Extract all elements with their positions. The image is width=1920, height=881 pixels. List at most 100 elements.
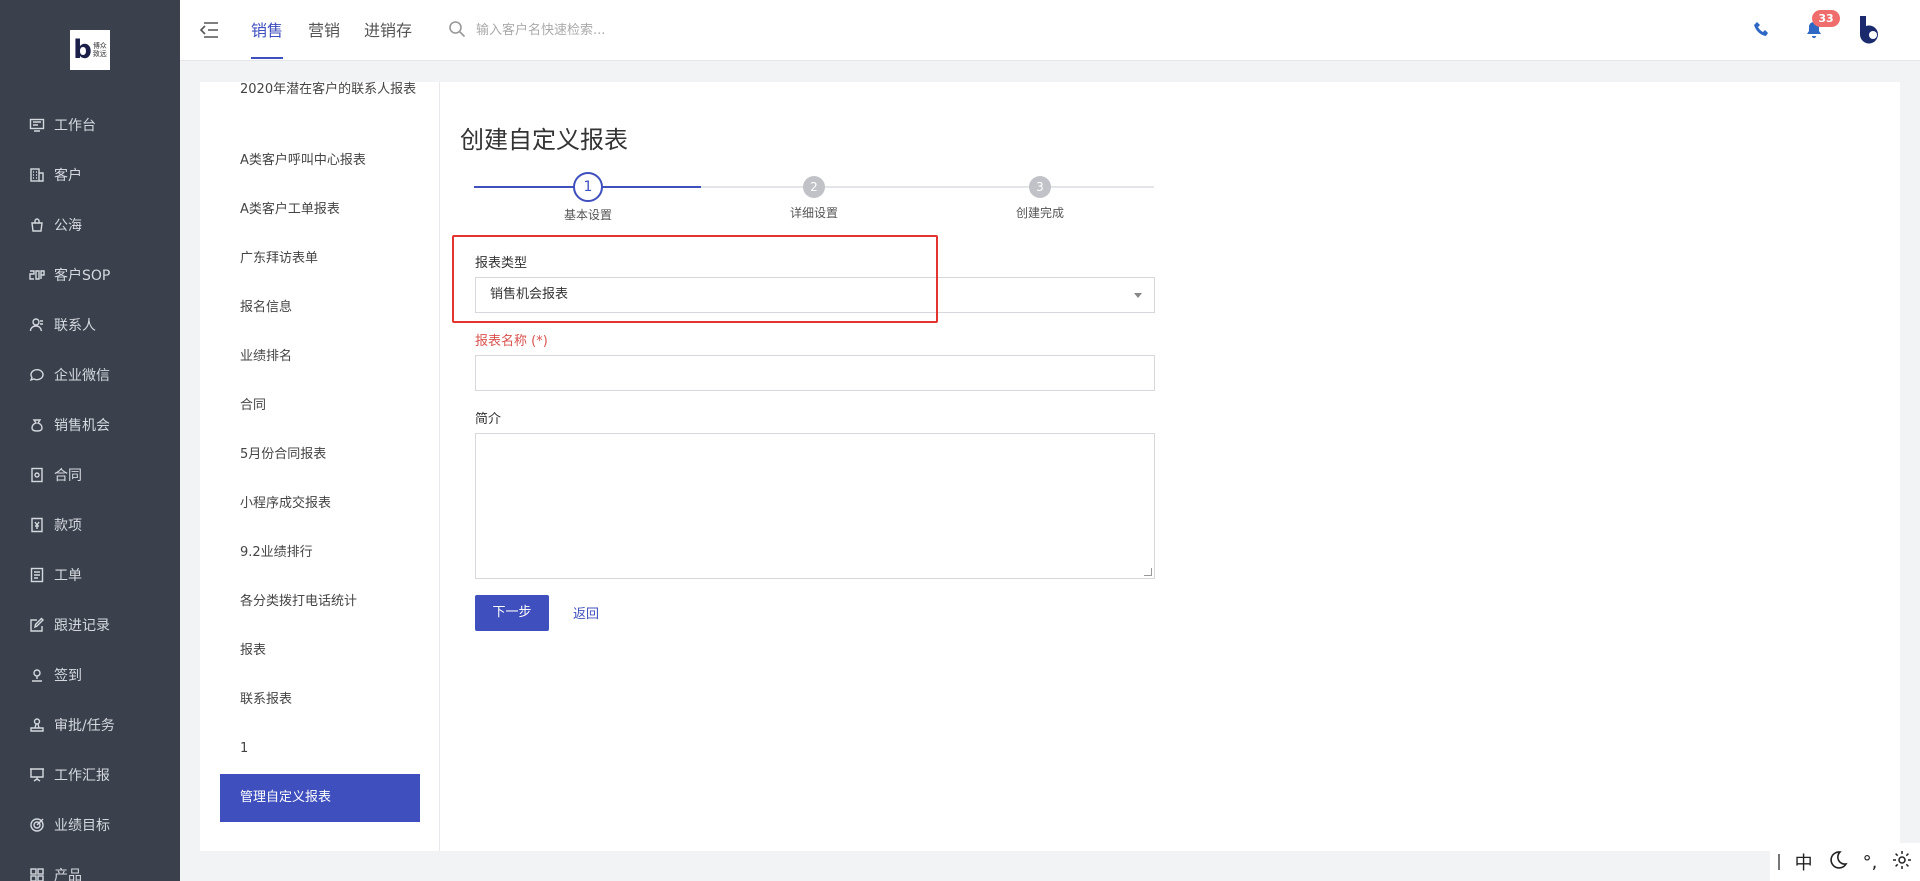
nav-item-label: 款项 xyxy=(54,518,82,534)
presentation-icon xyxy=(28,766,46,784)
page-title: 创建自定义报表 xyxy=(460,126,628,154)
building-icon xyxy=(28,166,46,184)
nav-item-label: 企业微信 xyxy=(54,368,110,384)
report-list-item[interactable]: A类客户工单报表 xyxy=(240,199,420,220)
step-1-circle: 1 xyxy=(573,172,603,202)
nav-item-label: 工单 xyxy=(54,568,82,584)
nav-item-customer-sop[interactable]: 客户SOP xyxy=(0,250,180,300)
ime-punctuation-toggle[interactable]: °, xyxy=(1863,852,1878,873)
company-logo[interactable]: b 博众致远 xyxy=(70,30,110,70)
step-2: 2 详细设置 xyxy=(749,176,879,221)
nav-item-label: 合同 xyxy=(54,468,82,484)
nav-item-ticket[interactable]: 工单 xyxy=(0,550,180,600)
step-2-label: 详细设置 xyxy=(789,206,838,220)
left-nav: b 博众致远 工作台 客户 公海 客户SOP 联系人 企业微信 销售机会 合同 … xyxy=(0,0,180,881)
report-list-item[interactable]: 各分类拨打电话统计 xyxy=(240,591,420,612)
contract-icon xyxy=(28,466,46,484)
phone-icon[interactable] xyxy=(1752,20,1772,40)
report-list-item[interactable]: 报表 xyxy=(240,640,420,661)
report-list-item[interactable]: 合同 xyxy=(240,395,420,416)
bag-icon xyxy=(28,216,46,234)
step-3-circle: 3 xyxy=(1029,176,1051,198)
ime-toolbar: 中 °, xyxy=(1770,843,1920,881)
step-indicator: 1 基本设置 2 详细设置 3 创建完成 xyxy=(474,172,1154,226)
nav-item-label: 工作汇报 xyxy=(54,768,110,784)
payment-icon xyxy=(28,516,46,534)
tab-sales[interactable]: 销售 xyxy=(251,0,284,61)
ime-language-toggle[interactable]: 中 xyxy=(1795,849,1813,875)
step-2-circle: 2 xyxy=(803,176,825,198)
nav-item-label: 公海 xyxy=(54,218,82,234)
report-list-item[interactable]: 联系报表 xyxy=(240,689,420,710)
report-type-select[interactable]: 销售机会报表 xyxy=(475,277,1155,313)
back-link[interactable]: 返回 xyxy=(573,603,599,622)
ime-drag-handle[interactable] xyxy=(1777,854,1780,870)
nav-item-report[interactable]: 工作汇报 xyxy=(0,750,180,800)
logo-letter: b xyxy=(73,35,92,65)
notification-badge: 33 xyxy=(1812,10,1840,27)
top-bar: 销售 营销 进销存 33 xyxy=(180,0,1920,61)
edit-icon xyxy=(28,616,46,634)
nav-item-contract[interactable]: 合同 xyxy=(0,450,180,500)
grid-icon xyxy=(28,866,46,881)
customer-search-input[interactable] xyxy=(476,18,736,42)
nav-item-wecom[interactable]: 企业微信 xyxy=(0,350,180,400)
report-list-item[interactable]: 报名信息 xyxy=(240,297,420,318)
report-list-item[interactable]: 1 xyxy=(240,738,420,759)
nav-item-label: 工作台 xyxy=(54,118,96,134)
step-3-label: 创建完成 xyxy=(1015,206,1064,220)
description-textarea[interactable] xyxy=(475,433,1155,579)
logo-text: 博众致远 xyxy=(92,42,107,58)
report-list-item[interactable]: 广东拜访表单 xyxy=(240,248,420,269)
nav-item-label: 联系人 xyxy=(54,318,96,334)
report-list: 2020年潜在客户的联系人报表 A类客户呼叫中心报表 A类客户工单报表 广东拜访… xyxy=(200,82,440,851)
nav-item-target[interactable]: 业绩目标 xyxy=(0,800,180,850)
nav-item-label: 销售机会 xyxy=(54,418,110,434)
nav-item-check-in[interactable]: 签到 xyxy=(0,650,180,700)
tab-marketing[interactable]: 营销 xyxy=(308,0,340,61)
report-name-label: 报表名称 (*) xyxy=(475,334,548,349)
menu-collapse-icon[interactable] xyxy=(198,20,220,40)
nav-item-label: 客户 xyxy=(54,168,82,184)
report-list-item[interactable]: 业绩排名 xyxy=(240,346,420,367)
moon-icon[interactable] xyxy=(1828,850,1848,875)
nav-item-customer[interactable]: 客户 xyxy=(0,150,180,200)
nav-list: 工作台 客户 公海 客户SOP 联系人 企业微信 销售机会 合同 款项 工单 跟… xyxy=(0,100,180,881)
step-1: 1 基本设置 xyxy=(523,172,653,223)
step-1-label: 基本设置 xyxy=(563,208,612,222)
money-bag-icon xyxy=(28,416,46,434)
nav-item-product[interactable]: 产品 xyxy=(0,850,180,881)
report-type-value: 销售机会报表 xyxy=(490,287,569,302)
target-icon xyxy=(28,816,46,834)
sop-icon xyxy=(28,266,46,284)
nav-item-contacts[interactable]: 联系人 xyxy=(0,300,180,350)
report-list-item[interactable]: 小程序成交报表 xyxy=(240,493,420,514)
chevron-down-icon xyxy=(1134,293,1142,298)
manage-custom-reports-item[interactable]: 管理自定义报表 xyxy=(220,774,420,822)
user-icon xyxy=(28,316,46,334)
nav-item-public-pool[interactable]: 公海 xyxy=(0,200,180,250)
stamp-icon xyxy=(28,716,46,734)
chat-icon xyxy=(28,366,46,384)
resize-handle-icon[interactable] xyxy=(1144,568,1152,576)
location-icon xyxy=(28,666,46,684)
nav-item-follow-up[interactable]: 跟进记录 xyxy=(0,600,180,650)
report-list-item[interactable]: 5月份合同报表 xyxy=(240,444,420,465)
report-list-item[interactable]: 9.2业绩排行 xyxy=(240,542,420,563)
report-list-item[interactable]: 2020年潜在客户的联系人报表 xyxy=(240,79,420,100)
nav-item-approval[interactable]: 审批/任务 xyxy=(0,700,180,750)
nav-item-payment[interactable]: 款项 xyxy=(0,500,180,550)
nav-item-sales-opportunity[interactable]: 销售机会 xyxy=(0,400,180,450)
gear-icon[interactable] xyxy=(1892,850,1912,875)
description-label: 简介 xyxy=(475,412,502,427)
brand-logo-icon[interactable] xyxy=(1856,14,1886,46)
monitor-icon xyxy=(28,116,46,134)
step-3: 3 创建完成 xyxy=(975,176,1105,221)
nav-item-label: 业绩目标 xyxy=(54,818,110,834)
next-step-button[interactable]: 下一步 xyxy=(475,595,549,631)
report-list-item[interactable]: A类客户呼叫中心报表 xyxy=(240,150,420,171)
search-icon[interactable] xyxy=(448,20,466,38)
nav-item-workbench[interactable]: 工作台 xyxy=(0,100,180,150)
report-name-input[interactable] xyxy=(475,355,1155,391)
tab-inventory[interactable]: 进销存 xyxy=(364,0,412,61)
